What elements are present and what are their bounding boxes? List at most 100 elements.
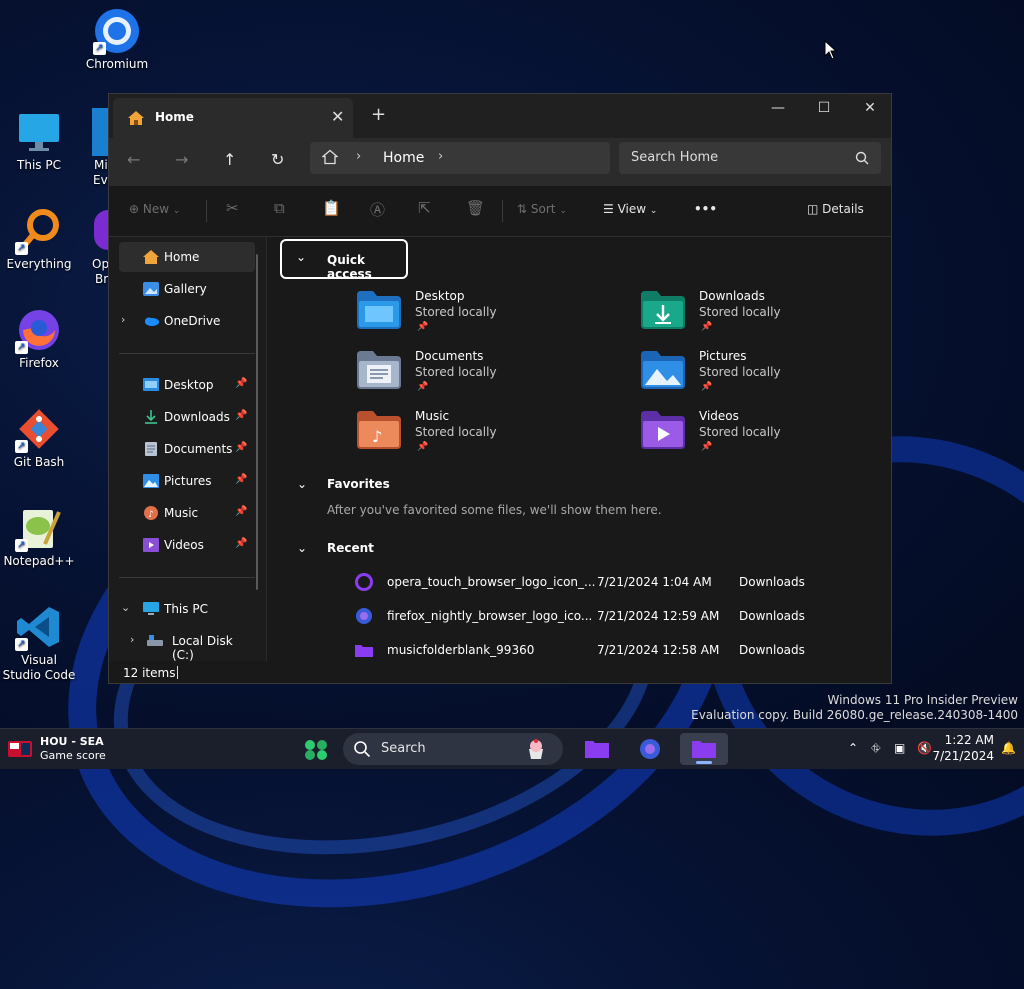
desktop-icon-label-partial: Op [92, 257, 110, 271]
desktop-icon-vscode[interactable]: ↗ Visual Studio Code [1, 603, 77, 683]
desktop-icon-everything[interactable]: ↗ Everything [1, 207, 77, 272]
recent-file-name: musicfolderblank_99360 [387, 643, 535, 657]
address-home-icon[interactable] [321, 149, 339, 169]
git-bash-icon: ↗ [15, 405, 63, 453]
breadcrumb-home[interactable]: Home [383, 150, 424, 166]
sidebar-item-documents[interactable]: Documents 📌 [119, 434, 255, 464]
search-highlight-icon [523, 737, 549, 765]
copy-icon[interactable]: ⧉ [274, 199, 285, 217]
firefox-nightly-icon [640, 739, 660, 759]
quick-access-folder-documents[interactable]: Documents Stored locally 📌 [357, 349, 627, 405]
sidebar-scrollbar[interactable] [256, 254, 258, 590]
paste-icon[interactable]: 📋 [322, 199, 341, 217]
minimize-icon[interactable]: — [763, 100, 793, 116]
sidebar-item-gallery[interactable]: Gallery [119, 274, 255, 304]
new-tab-icon[interactable]: + [371, 104, 386, 125]
rename-icon[interactable]: Ⓐ [370, 199, 385, 220]
notification-bell-icon[interactable]: 🔔 [1001, 741, 1016, 755]
desktop-icon-this-pc[interactable]: This PC [1, 108, 77, 173]
firefox-nightly-icon [355, 607, 373, 625]
quick-access-header[interactable]: ⌄ Quick access [280, 239, 408, 281]
sidebar-item-this-pc[interactable]: ⌄ This PC [119, 594, 255, 624]
desktop-icon-notepadpp[interactable]: ↗ Notepad++ [1, 504, 77, 569]
chevron-right-icon[interactable]: › [121, 313, 125, 326]
chevron-down-icon[interactable]: ⌄ [121, 601, 130, 614]
sports-score-icon [8, 741, 32, 761]
forward-icon[interactable]: → [175, 150, 188, 169]
sort-button[interactable]: ⇅ Sort ⌄ [517, 202, 567, 216]
taskbar-firefox-nightly[interactable] [630, 733, 670, 765]
chevron-right-icon[interactable]: › [130, 633, 134, 646]
status-bar: 12 items [109, 661, 891, 683]
folder-status: Stored locally [699, 425, 781, 439]
pin-icon[interactable]: 📌 [235, 506, 247, 517]
search-box[interactable]: Search Home [619, 142, 881, 174]
desktop-icon-firefox[interactable]: ↗ Firefox [1, 306, 77, 371]
start-button[interactable] [296, 733, 336, 765]
back-icon[interactable]: ← [127, 150, 140, 169]
taskbar-file-explorer-active[interactable] [680, 733, 728, 765]
sidebar-item-label: Gallery [164, 282, 207, 296]
desktop-icon-git-bash[interactable]: ↗ Git Bash [1, 405, 77, 470]
sidebar-item-desktop[interactable]: Desktop 📌 [119, 370, 255, 400]
address-bar[interactable]: › Home › [310, 142, 610, 174]
sidebar-item-music[interactable]: ♪ Music 📌 [119, 498, 255, 528]
close-tab-icon[interactable]: ✕ [331, 107, 344, 126]
network-icon[interactable]: ⛗ [871, 741, 881, 756]
taskbar-file-explorer-1[interactable] [577, 733, 617, 765]
refresh-icon[interactable]: ↻ [271, 150, 284, 169]
pin-icon[interactable]: 📌 [235, 410, 247, 421]
cut-icon[interactable]: ✂ [226, 199, 239, 217]
sidebar-item-videos[interactable]: Videos 📌 [119, 530, 255, 560]
chevron-down-icon: ⌄ [559, 206, 567, 216]
quick-access-folder-music[interactable]: ♪ Music Stored locally 📌 [357, 409, 627, 465]
sidebar-item-home[interactable]: Home [119, 242, 255, 272]
new-button[interactable]: ⊕ New ⌄ [129, 202, 180, 216]
taskbar-search[interactable]: Search [343, 733, 563, 765]
chevron-up-icon[interactable]: ⌃ [848, 741, 858, 755]
pin-icon[interactable]: 📌 [235, 538, 247, 549]
display-icon[interactable]: ▣ [894, 741, 905, 755]
folder-status: Stored locally [699, 305, 781, 319]
system-clock[interactable]: 1:22 AM 7/21/2024 [930, 732, 994, 764]
tab-home[interactable]: Home ✕ [113, 98, 353, 138]
plus-circle-icon: ⊕ [129, 202, 140, 216]
desktop-icon-label: Notepad++ [3, 554, 75, 568]
up-icon[interactable]: ↑ [223, 150, 236, 169]
sidebar-item-downloads[interactable]: Downloads 📌 [119, 402, 255, 432]
maximize-icon[interactable]: ☐ [809, 100, 839, 116]
recent-row[interactable]: opera_touch_browser_logo_icon_... 7/21/2… [355, 567, 875, 597]
pin-icon[interactable]: 📌 [235, 474, 247, 485]
pin-icon[interactable]: 📌 [235, 378, 247, 389]
breadcrumb-chevron-icon[interactable]: › [356, 149, 361, 164]
share-icon[interactable]: ⇱ [418, 199, 431, 217]
sidebar-item-pictures[interactable]: Pictures 📌 [119, 466, 255, 496]
videos-folder-icon [143, 538, 159, 552]
quick-access-title: Quick access [327, 253, 372, 281]
svg-text:♪: ♪ [372, 427, 382, 446]
desktop-icon-chromium[interactable]: ↗ Chromium [79, 7, 155, 72]
quick-access-folder-pictures[interactable]: Pictures Stored locally 📌 [641, 349, 891, 405]
breadcrumb-chevron-icon[interactable]: › [438, 149, 443, 164]
delete-icon[interactable]: 🗑 [466, 199, 485, 217]
folder-status: Stored locally [699, 365, 781, 379]
favorites-empty-note: After you've favorited some files, we'll… [327, 503, 662, 517]
desktop-icon-partial [94, 210, 108, 250]
details-pane-icon: ◫ [807, 202, 819, 216]
quick-access-folder-videos[interactable]: Videos Stored locally 📌 [641, 409, 891, 465]
pin-icon[interactable]: 📌 [235, 442, 247, 453]
local-disk-icon [147, 634, 163, 648]
sidebar-item-local-disk[interactable]: › Local Disk (C:) [127, 626, 255, 662]
more-options-button[interactable]: ••• [694, 202, 717, 216]
quick-access-folder-desktop[interactable]: Desktop Stored locally 📌 [357, 289, 627, 345]
details-button[interactable]: ◫ Details [807, 202, 864, 216]
everything-icon: ↗ [15, 207, 63, 255]
sidebar-item-onedrive[interactable]: › OneDrive [119, 306, 255, 336]
active-indicator [696, 761, 712, 764]
firefox-icon: ↗ [15, 306, 63, 354]
recent-row[interactable]: firefox_nightly_browser_logo_ico... 7/21… [355, 601, 875, 631]
view-button[interactable]: ☰ View ⌄ [603, 202, 657, 216]
onedrive-icon [143, 314, 159, 328]
close-window-icon[interactable]: ✕ [855, 100, 885, 116]
quick-access-folder-downloads[interactable]: Downloads Stored locally 📌 [641, 289, 891, 345]
